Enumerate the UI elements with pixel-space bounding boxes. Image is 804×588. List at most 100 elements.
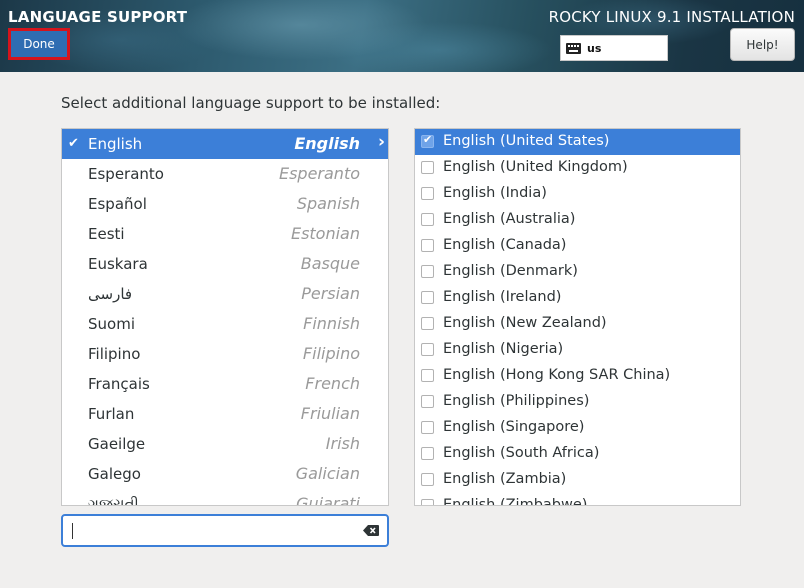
locale-checkbox[interactable] (421, 421, 434, 434)
language-english-name: Basque (300, 254, 360, 273)
locale-label: English (Ireland) (443, 289, 562, 305)
locale-row[interactable]: English (Zimbabwe) (415, 493, 740, 506)
language-english-name: Estonian (290, 224, 360, 243)
locale-checkbox[interactable] (421, 343, 434, 356)
locale-checkbox[interactable] (421, 473, 434, 486)
language-english-name: French (305, 374, 360, 393)
language-native-name: Gaeilge (88, 435, 146, 453)
locale-row[interactable]: ✔ English (United States) (415, 129, 740, 155)
locale-label: English (Singapore) (443, 419, 585, 435)
locale-checkbox[interactable]: ✔ (421, 133, 434, 148)
locale-checkbox[interactable] (421, 317, 434, 330)
locale-label: English (Denmark) (443, 263, 578, 279)
locale-label: English (South Africa) (443, 445, 600, 461)
language-row[interactable]: Gaeilge Irish (62, 429, 388, 459)
locale-checkbox[interactable] (421, 161, 434, 174)
language-english-name: Galician (295, 464, 360, 483)
locale-label: English (Nigeria) (443, 341, 564, 357)
language-english-name: Spanish (296, 194, 360, 213)
locale-checkbox[interactable] (421, 447, 434, 460)
locale-label: English (United States) (443, 133, 610, 149)
language-row[interactable]: Français French (62, 369, 388, 399)
locale-checkbox[interactable] (421, 369, 434, 382)
language-english-name: Gujarati (296, 494, 360, 506)
locale-checkbox[interactable] (421, 239, 434, 252)
language-row[interactable]: ✔ English English › (62, 129, 388, 159)
language-native-name: Eesti (88, 225, 125, 243)
locale-label: English (United Kingdom) (443, 159, 628, 175)
locale-label: English (Canada) (443, 237, 567, 253)
done-button[interactable]: Done (8, 28, 70, 60)
locale-row[interactable]: English (Zambia) (415, 467, 740, 493)
language-english-name: Finnish (303, 314, 360, 333)
language-native-name: Suomi (88, 315, 135, 333)
language-row[interactable]: فارسی Persian (62, 279, 388, 309)
locale-row[interactable]: English (Hong Kong SAR China) (415, 363, 740, 389)
language-row[interactable]: Español Spanish (62, 189, 388, 219)
language-native-name: Euskara (88, 255, 148, 273)
product-title: ROCKY LINUX 9.1 INSTALLATION (548, 8, 795, 26)
language-row[interactable]: Furlan Friulian (62, 399, 388, 429)
locale-checkbox[interactable] (421, 291, 434, 304)
language-english-name: Esperanto (278, 164, 360, 183)
locale-label: English (Australia) (443, 211, 576, 227)
locale-row[interactable]: English (Denmark) (415, 259, 740, 285)
page-title: LANGUAGE SUPPORT (8, 8, 188, 26)
language-row[interactable]: Eesti Estonian (62, 219, 388, 249)
chevron-right-icon: › (377, 132, 385, 152)
language-english-name: Friulian (300, 404, 360, 423)
locale-label: English (Hong Kong SAR China) (443, 367, 671, 383)
language-row[interactable]: Euskara Basque (62, 249, 388, 279)
locale-label: English (India) (443, 185, 547, 201)
language-native-name: Français (88, 375, 150, 393)
locale-label: English (Philippines) (443, 393, 590, 409)
locale-row[interactable]: English (Australia) (415, 207, 740, 233)
locale-checkbox[interactable] (421, 499, 434, 505)
language-native-name: English (88, 135, 143, 153)
locale-row[interactable]: English (India) (415, 181, 740, 207)
language-native-name: Furlan (88, 405, 135, 423)
language-english-name: English (294, 134, 360, 153)
language-search-input[interactable] (61, 514, 389, 547)
language-row[interactable]: Esperanto Esperanto (62, 159, 388, 189)
language-native-name: Filipino (88, 345, 141, 363)
locale-checkbox[interactable] (421, 265, 434, 278)
locale-row[interactable]: English (Nigeria) (415, 337, 740, 363)
locale-checkbox[interactable] (421, 187, 434, 200)
instruction-text: Select additional language support to be… (61, 94, 441, 112)
locale-row[interactable]: English (Philippines) (415, 389, 740, 415)
language-list[interactable]: ✔ English English › Esperanto Esperanto Españo… (61, 128, 389, 506)
text-cursor (72, 523, 73, 539)
language-native-name: فارسی (88, 285, 133, 303)
language-row[interactable]: Suomi Finnish (62, 309, 388, 339)
locale-row[interactable]: English (United Kingdom) (415, 155, 740, 181)
locale-label: English (Zambia) (443, 471, 567, 487)
clear-text-icon[interactable] (363, 525, 379, 536)
header-bar: LANGUAGE SUPPORT ROCKY LINUX 9.1 INSTALL… (0, 0, 804, 72)
keyboard-layout-label: us (587, 41, 602, 55)
locale-label: English (New Zealand) (443, 315, 607, 331)
locale-checkbox[interactable] (421, 213, 434, 226)
locale-row[interactable]: English (New Zealand) (415, 311, 740, 337)
language-native-name: Esperanto (88, 165, 164, 183)
checkmark-icon: ✔ (68, 136, 79, 151)
language-native-name: ગુજરાતી (88, 495, 139, 506)
locale-row[interactable]: English (Ireland) (415, 285, 740, 311)
locale-checkbox[interactable] (421, 395, 434, 408)
language-native-name: Galego (88, 465, 141, 483)
locale-row[interactable]: English (Canada) (415, 233, 740, 259)
locale-row[interactable]: English (Singapore) (415, 415, 740, 441)
language-native-name: Español (88, 195, 147, 213)
checkmark-icon: ✔ (423, 133, 433, 146)
language-row[interactable]: Filipino Filipino (62, 339, 388, 369)
keyboard-layout-indicator[interactable]: us (560, 35, 668, 61)
locale-label: English (Zimbabwe) (443, 497, 588, 506)
language-row[interactable]: Galego Galician (62, 459, 388, 489)
keyboard-icon (566, 42, 581, 54)
help-button[interactable]: Help! (730, 28, 795, 61)
locale-row[interactable]: English (South Africa) (415, 441, 740, 467)
language-english-name: Persian (301, 284, 360, 303)
language-row[interactable]: ગુજરાતી Gujarati (62, 489, 388, 506)
locale-list[interactable]: ✔ English (United States) English (United … (414, 128, 741, 506)
language-english-name: Irish (325, 434, 360, 453)
